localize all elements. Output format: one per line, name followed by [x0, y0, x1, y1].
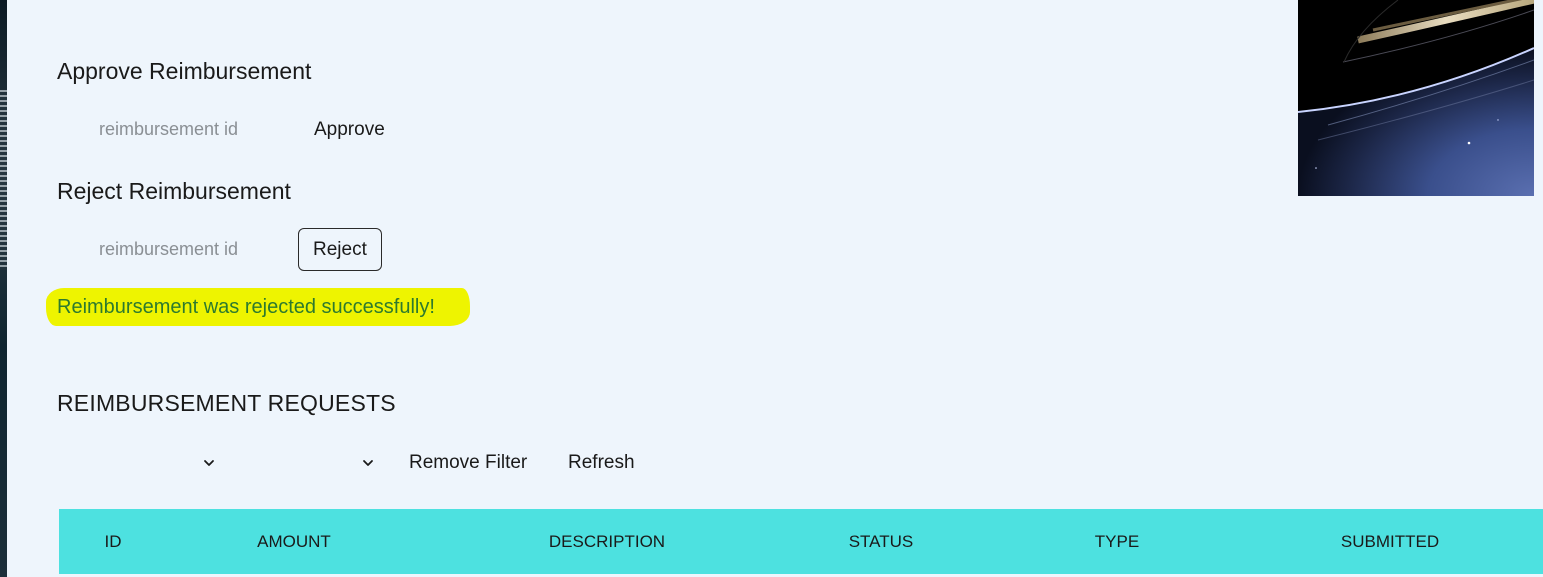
reimbursement-manager-page: Approve Reimbursement Approve Reject Rei…	[0, 0, 1543, 577]
saturn-rings-image	[1298, 0, 1534, 196]
reject-button[interactable]: Reject	[298, 228, 382, 271]
planet-image-art	[1298, 0, 1534, 196]
chevron-down-icon	[204, 460, 214, 466]
requests-table: ID AMOUNT DESCRIPTION STATUS TYPE SUBMIT…	[59, 509, 1543, 574]
refresh-button[interactable]: Refresh	[553, 441, 650, 484]
remove-filter-button[interactable]: Remove Filter	[394, 441, 542, 484]
column-header-status[interactable]: STATUS	[831, 509, 931, 574]
approve-id-input[interactable]	[87, 112, 277, 146]
reject-id-input[interactable]	[87, 232, 277, 266]
reject-section-title: Reject Reimbursement	[57, 178, 291, 204]
success-message: Reimbursement was rejected successfully!	[46, 288, 470, 326]
chevron-down-icon	[363, 460, 373, 466]
filter-select-2[interactable]	[226, 447, 381, 479]
column-header-amount[interactable]: AMOUNT	[244, 509, 344, 574]
column-header-description[interactable]: DESCRIPTION	[537, 509, 677, 574]
filter-select-1[interactable]	[62, 447, 222, 479]
requests-section-title: REIMBURSEMENT REQUESTS	[57, 390, 396, 416]
approve-section-title: Approve Reimbursement	[57, 58, 312, 84]
approve-button[interactable]: Approve	[299, 108, 400, 151]
city-lights-decoration	[0, 90, 7, 270]
success-message-text: Reimbursement was rejected successfully!	[57, 296, 435, 318]
column-header-submitted[interactable]: SUBMITTED	[1325, 509, 1455, 574]
column-header-type[interactable]: TYPE	[1077, 509, 1157, 574]
background-strip	[0, 0, 7, 577]
column-header-id[interactable]: ID	[89, 509, 137, 574]
